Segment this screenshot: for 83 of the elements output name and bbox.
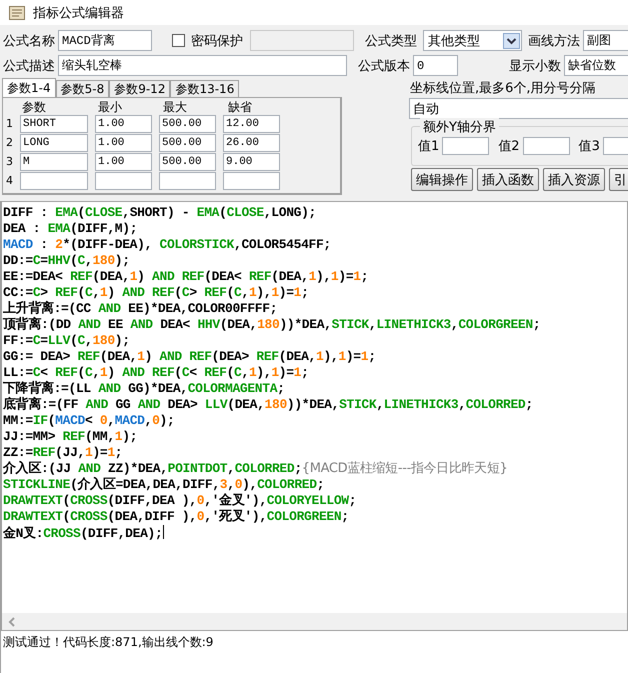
code-line: MM:=IF(MACD< 0,MACD,0); [3,413,176,429]
row-number: 2 [6,136,13,149]
column-header: 缺省 [227,100,253,114]
tab[interactable]: 参数13-16 [170,80,240,97]
code-line: DRAWTEXT(CROSS(DEA,DIFF ),0,'死叉'),COLORGREEN; [3,509,350,525]
param-input[interactable]: 1.00 [95,134,152,152]
param-input[interactable]: 1.00 [95,152,152,170]
param-input[interactable]: LONG [20,134,88,152]
row-number: 3 [6,155,13,168]
toolbar-button[interactable]: 编辑操作 [411,168,473,191]
group-title: 额外Y轴分界 [420,118,499,136]
description-field[interactable]: 缩头轧空棒 [58,55,347,76]
code-line: GG:= DEA> REF(DEA,1) AND REF(DEA> REF(DEA,1),1)=1; [3,349,377,365]
toolbar-button[interactable]: 插入函数 [477,168,539,191]
field-label: 坐标线位置,最多6个,用分号分隔 [409,80,597,98]
text-cursor [163,525,164,539]
scroll-left-icon[interactable] [8,616,16,626]
code-editor[interactable] [0,201,628,631]
code-line: 底背离:=(FF AND GG AND DEA> LLV(DEA,180))*DEA,STICK,LINETHICK3,COLORRED; [3,397,534,413]
tab[interactable]: 参数1-4 [2,78,56,97]
param-input[interactable]: 12.00 [223,114,280,132]
tab[interactable]: 参数9-12 [109,80,170,97]
column-header: 参数 [21,100,47,114]
param-input[interactable] [159,172,216,190]
code-line: 介入区:(JJ AND ZZ)*DEA,POINTDOT,COLORRED;{MACD蓝柱缩短---指今日比昨天短} [3,461,508,476]
password-field[interactable] [250,30,354,51]
param-input[interactable] [95,172,152,190]
toolbar-button[interactable]: 插入资源 [543,168,605,191]
row-number: 1 [6,117,13,130]
field-label: 公式类型 [364,32,418,50]
param-input[interactable] [223,172,280,190]
horizontal-scrollbar[interactable] [2,613,627,630]
name-field[interactable]: MACD背离 [58,30,152,51]
field-label: 公式名称 [2,32,56,50]
value-field[interactable] [522,137,570,155]
code-line: MACD : 2*(DIFF-DEA), COLORSTICK,COLOR5454FF; [3,237,332,253]
window-title: 指标公式编辑器 [33,4,124,22]
code-line: CC:=C> REF(C,1) AND REF(C> REF(C,1),1)=1; [3,285,310,300]
param-input[interactable]: 9.00 [223,152,280,170]
column-header: 最大 [162,100,188,114]
decimals-field[interactable]: 缺省位数 [564,55,628,76]
field-label: 值3 [578,138,601,155]
code-line: DRAWTEXT(CROSS(DIFF,DEA ),0,'金叉'),COLORYELLOW; [3,493,358,509]
version-field[interactable]: 0 [413,55,458,76]
tab[interactable]: 参数5-8 [56,80,110,97]
code-line: LL:=C< REF(C,1) AND REF(C< REF(C,1),1)=1; [3,365,310,380]
code-line: STICKLINE(介入区=DEA,DEA,DIFF,3,0),COLORRED; [3,477,326,493]
param-input[interactable]: 500.00 [159,134,216,152]
field-label: 值2 [498,138,521,155]
code-line: DIFF : EMA(CLOSE,SHORT) - EMA(CLOSE,LONG); [3,205,318,221]
column-header: 最小 [97,100,123,114]
checkbox-label: 密码保护 [190,32,244,50]
checkbox[interactable] [172,34,185,47]
param-input[interactable]: 26.00 [223,134,280,152]
code-line: 下降背离:=(LL AND GG)*DEA,COLORMAGENTA; [3,381,286,396]
status-message: 测试通过！代码长度:871,输出线个数:9 [3,635,214,649]
toolbar-button[interactable]: 引 [609,168,628,191]
code-line: DEA : EMA(DIFF,M); [3,221,138,237]
param-input[interactable] [20,172,88,190]
code-line: DD:=C=HHV(C,180); [3,253,131,269]
code-line: 顶背离:(DD AND EE AND DEA< HHV(DEA,180))*DEA,STICK,LINETHICK3,COLORGREEN; [3,317,542,333]
field-label: 公式版本 [357,58,411,74]
row-number: 4 [6,174,13,187]
param-input[interactable]: 1.00 [95,114,152,132]
code-line: EE:=DEA< REF(DEA,1) AND REF(DEA< REF(DEA,1),1)=1; [3,269,370,285]
code-line: FF:=C=LLV(C,180); [3,333,131,349]
field-label: 值1 [418,138,440,155]
type-dropdown[interactable]: 其他类型 [423,30,522,51]
code-line: JJ:=MM> REF(MM,1); [3,429,138,445]
axis-field[interactable]: 自动 [409,98,628,119]
value-field[interactable] [442,137,490,155]
param-input[interactable]: SHORT [20,114,88,132]
code-line: 上升背离:=(CC AND EE)*DEA,COLOR00FFFF; [3,301,278,316]
field-label: 画线方法 [527,32,581,50]
field-label: 公式描述 [2,58,56,74]
code-line: 金N叉:CROSS(DIFF,DEA); [3,525,166,541]
param-input[interactable]: 500.00 [159,152,216,170]
code-line: ZZ:=REF(JJ,1)=1; [3,445,124,460]
param-input[interactable]: 500.00 [159,114,216,132]
field-label: 显示小数 [508,58,562,74]
param-input[interactable]: M [20,152,88,170]
draw-method-field[interactable]: 副图 [583,30,628,51]
window-icon [9,6,25,20]
